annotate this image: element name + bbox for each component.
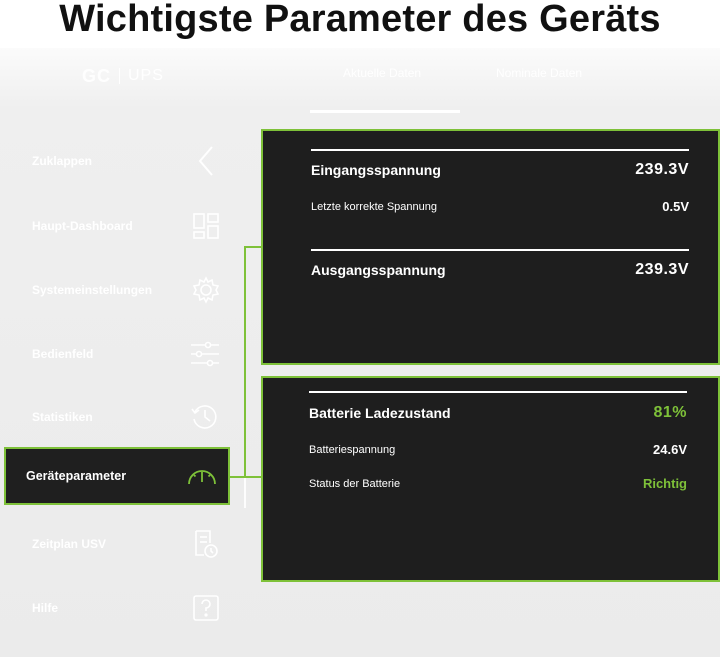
battery-voltage-value: 24.6V [653,442,687,457]
gauge-icon [186,464,218,488]
battery-voltage-row: Batteriespannung 24.6V [309,442,687,457]
page-headline: Wichtigste Parameter des Geräts [59,0,661,40]
sidebar-item-label: Bedienfeld [32,347,94,361]
connector-line [244,476,261,478]
tab-nominal-data[interactable]: Nominale Daten [496,66,582,80]
output-voltage-value: 239.3V [635,261,689,278]
active-tab-indicator [310,110,460,113]
battery-charge-row: Batterie Ladezustand 81% [309,404,687,422]
sidebar-item-label: Zeitplan USV [32,537,107,551]
sidebar-item-label: Haupt-Dashboard [32,219,133,233]
connector-line [244,246,261,248]
sidebar-item-label: Hilfe [32,601,59,615]
sidebar-item-ups-schedule[interactable]: Zeitplan USV [4,515,230,573]
last-voltage-label: Letzte korrekte Spannung [311,200,437,213]
sidebar-item-label: Systemeinstellungen [32,283,153,297]
battery-panel: Batterie Ladezustand 81% Batteriespannun… [261,376,720,582]
logo-mark: GC [82,65,111,86]
brand-logo: GC UPS [82,66,164,86]
sliders-icon [190,340,220,368]
voltage-panel: Eingangsspannung 239.3V Letzte korrekte … [261,129,720,365]
sidebar-item-label: Geräteparameter [26,469,127,483]
input-voltage-value: 239.3V [635,161,689,178]
gear-icon [192,276,220,304]
sidebar-item-help[interactable]: Hilfe [4,579,230,637]
last-voltage-row: Letzte korrekte Spannung 0.5V [311,199,689,214]
schedule-document-icon [192,529,220,559]
divider [311,149,689,151]
output-voltage-row: Ausgangsspannung 239.3V [311,261,689,279]
input-voltage-label: Eingangsspannung [311,162,441,178]
battery-voltage-label: Batteriespannung [309,443,396,456]
sidebar-item-system-settings[interactable]: Systemeinstellungen [4,261,230,319]
divider [309,391,687,393]
divider [311,249,689,251]
logo-text: UPS [128,67,164,84]
sidebar-item-statistics[interactable]: Statistiken [4,388,230,446]
sidebar-item-dashboard[interactable]: Haupt-Dashboard [4,197,230,255]
scrollbar-thumb[interactable] [244,478,246,508]
last-voltage-value: 0.5V [662,199,689,214]
battery-status-row: Status der Batterie Richtig [309,476,687,491]
sidebar-item-device-parameters[interactable]: Geräteparameter [4,447,230,505]
input-voltage-row: Eingangsspannung 239.3V [311,161,689,179]
connector-line [244,246,246,478]
tab-current-data[interactable]: Aktuelle Daten [343,66,421,80]
ups-app-window: GC UPS Aktuelle Daten Nominale Daten Zuk… [0,48,720,657]
sidebar-item-collapse[interactable]: Zuklappen [4,132,230,190]
dashboard-grid-icon [192,212,220,240]
help-question-icon [192,594,220,622]
history-clock-icon [190,402,220,432]
sidebar-item-control-panel[interactable]: Bedienfeld [4,325,230,383]
sidebar-item-label: Zuklappen [32,154,93,168]
chevron-left-icon [192,145,220,177]
battery-charge-value: 81% [653,404,687,421]
output-voltage-label: Ausgangsspannung [311,262,446,278]
battery-status-label: Status der Batterie [309,477,401,490]
battery-charge-label: Batterie Ladezustand [309,405,451,421]
battery-status-value: Richtig [642,476,687,491]
sidebar-item-label: Statistiken [32,410,93,424]
logo-divider [119,68,120,84]
